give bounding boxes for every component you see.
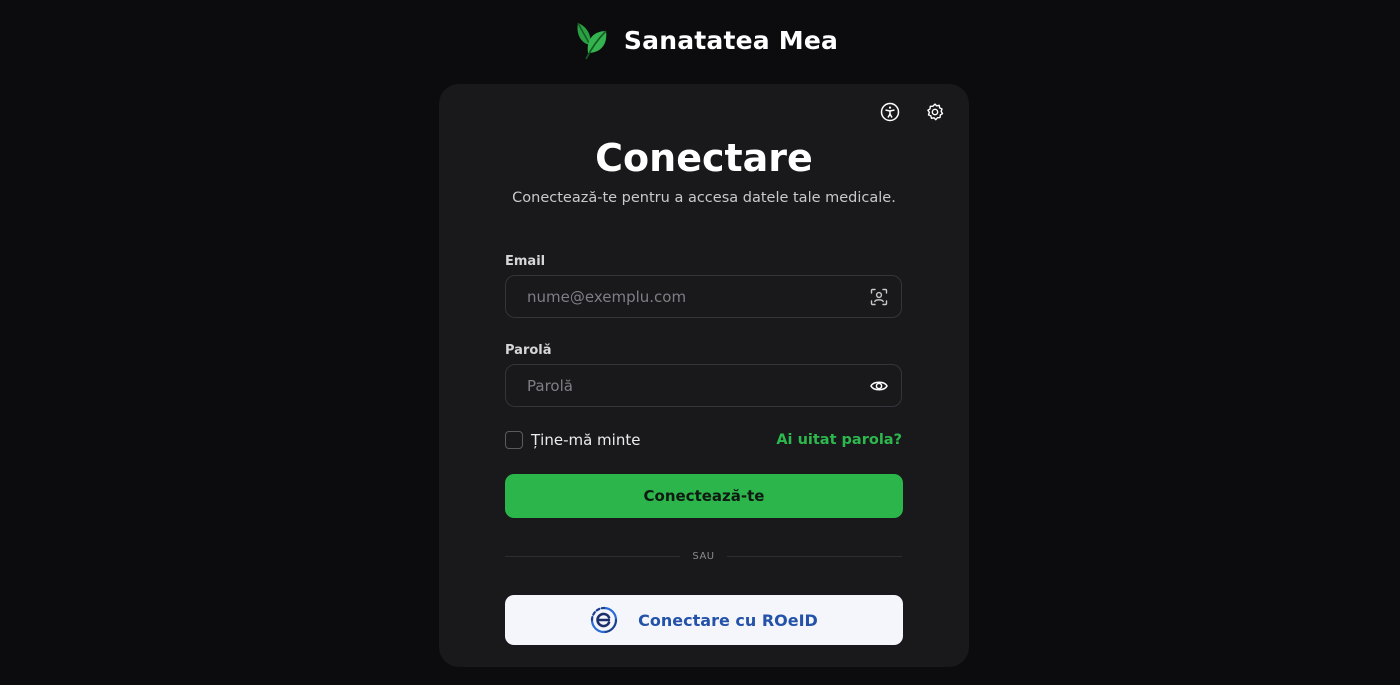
roeid-label: Conectare cu ROeID	[638, 610, 818, 630]
gear-icon[interactable]	[923, 100, 947, 124]
eye-icon[interactable]	[869, 376, 889, 396]
divider-text: SAU	[692, 550, 715, 562]
forgot-password-link[interactable]: Ai uitat parola?	[776, 432, 902, 448]
email-field-container	[505, 275, 902, 318]
brand-name: Sanatatea Mea	[623, 25, 839, 55]
remember-me-label[interactable]: Ține-mă minte	[531, 431, 640, 449]
email-input[interactable]	[506, 276, 869, 317]
divider-line-right	[726, 555, 903, 557]
password-field-container	[505, 364, 902, 407]
remember-me: Ține-mă minte	[505, 431, 640, 449]
divider-line-left	[505, 555, 681, 557]
roeid-login-button[interactable]: Conectare cu ROeID	[505, 595, 903, 645]
password-input[interactable]	[506, 365, 869, 406]
email-label: Email	[505, 254, 546, 269]
or-divider: SAU	[505, 549, 903, 563]
login-button[interactable]: Conectează-te	[505, 474, 903, 518]
brand-header: Sanatatea Mea	[6, 18, 1400, 62]
accessibility-icon[interactable]	[878, 100, 902, 124]
leaf-icon	[574, 19, 610, 61]
login-card: Conectare Conectează-te pentru a accesa …	[439, 84, 969, 667]
page-subtitle: Conectează-te pentru a accesa datele tal…	[512, 190, 896, 206]
roeid-logo-icon	[590, 606, 618, 634]
password-label: Parolă	[505, 343, 552, 358]
face-scan-icon[interactable]	[869, 287, 889, 307]
page-title: Conectare	[595, 136, 813, 180]
remember-me-checkbox[interactable]	[505, 431, 523, 449]
